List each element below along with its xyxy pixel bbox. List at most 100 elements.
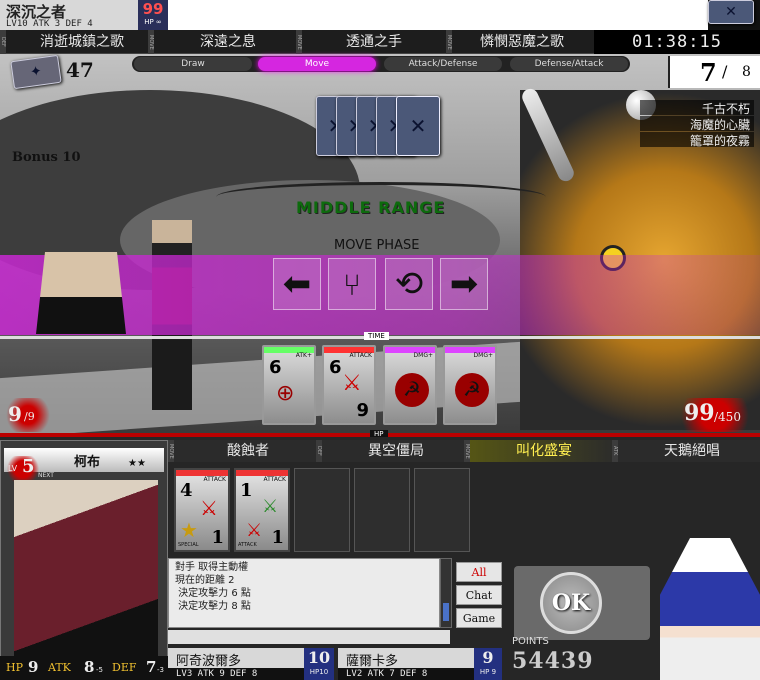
enemy-hp-max: HP ∞ (144, 18, 162, 26)
log-filter-game-button[interactable]: Game (456, 608, 502, 628)
star-icon: ★ (180, 518, 198, 542)
turn-counter: 7 / 8 (668, 56, 760, 88)
player-level-label: LV (8, 464, 18, 473)
ally-1-stats: LV3 ATK 9 DEF 8 (168, 668, 304, 680)
log-line: 對手 取得主動權 (175, 562, 249, 573)
ally-1-name-plate: 阿奇波爾多 (168, 648, 304, 669)
card-type: ATTACK (349, 352, 372, 359)
card-type: DMG+ (473, 352, 493, 359)
card-top-value: 1 (240, 480, 253, 501)
ally-1-name: 阿奇波爾多 (176, 654, 242, 669)
ally-2-name: 薩爾卡多 (346, 654, 399, 669)
eye-seal-icon: ☭ (395, 373, 429, 407)
enemy-skill-3[interactable]: 透通之手 (300, 30, 448, 54)
road (0, 341, 520, 435)
empty-card-slot (354, 468, 410, 552)
player-hand-card-1[interactable]: ATTACK 4 ⚔ ★ 1 SPECIAL (174, 468, 230, 552)
enemy-life-max: /450 (714, 410, 741, 424)
player-life-max: /9 (24, 410, 35, 423)
turn-separator: / (722, 62, 728, 81)
ally-2-hp-label: HP 9 (479, 668, 497, 676)
player-level-badge: LV 5 (6, 456, 40, 482)
phase-defense-attack: Defense/Attack (510, 57, 628, 71)
player-def-mod: -3 (157, 666, 164, 674)
player-def: 7 (146, 658, 157, 676)
sword-icon: ⚔ (342, 371, 362, 396)
enemy-stats: LV10 ATK 3 DEF 4 (6, 19, 93, 29)
ok-button[interactable]: OK (540, 572, 602, 634)
player-life-current: 9 (8, 402, 22, 426)
enemy-deck-count: 47 (66, 58, 94, 82)
enemy-skill-4[interactable]: 憐憫惡魔之歌 (448, 30, 596, 54)
enemy-played-card-1: ATK+ 6 ⊕ (262, 345, 316, 425)
enemy-bonus: Bonus 10 (12, 150, 81, 165)
player-skill-1[interactable]: 酸蝕者 (174, 440, 322, 462)
turn-current: 7 (700, 58, 717, 87)
match-clock: 01:38:15 (594, 30, 760, 54)
enemy-life-current: 99 (684, 400, 715, 426)
ally-1-hp: 10 (307, 648, 331, 667)
card-bottom-value: 1 (211, 527, 224, 548)
ally-2-name-plate: 薩爾卡多 (338, 648, 474, 669)
player-hand-card-2[interactable]: ATTACK 1 ⚔ ⚔ 1 ATTACK (234, 468, 290, 552)
log-filter-all-button[interactable]: All (456, 562, 502, 582)
card-type: ATTACK (203, 476, 226, 483)
points-label: POINTS (512, 636, 549, 647)
crosshair-icon: ⊕ (276, 381, 295, 406)
enemy-ability-2[interactable]: 海魔的心臟 (640, 116, 754, 132)
card-type: DMG+ (413, 352, 433, 359)
card-type: ATTACK (263, 476, 286, 483)
player-skill-2[interactable]: 異空僵局 (322, 440, 470, 462)
player-level: 5 (22, 456, 35, 477)
enemy-hp-box: 99 HP ∞ (138, 0, 168, 30)
player-portrait (14, 480, 158, 656)
enemy-skill-2[interactable]: 深遠之息 (154, 30, 302, 54)
enemy-ability-3[interactable]: 籠罩的夜霧 (640, 132, 754, 148)
phase-move: Move (258, 57, 376, 71)
player-skill-bar: MOVE 酸蝕者 DEF 異空僵局 MOVE 叫化盛宴 ATK 天鵝絕唱 (168, 440, 760, 462)
log-filter-chat-button[interactable]: Chat (456, 585, 502, 605)
enemy-played-card-3: DMG+ ☭ (383, 345, 437, 425)
chat-input[interactable] (168, 630, 450, 644)
enemy-skill-1[interactable]: 消逝城鎮之歌 (8, 30, 156, 54)
phase-draw: Draw (134, 57, 252, 71)
ally-2-hp-box: 9 HP 9 (474, 648, 502, 680)
player-skill-3-active[interactable]: 叫化盛宴 (470, 440, 618, 462)
card-subtype: ATTACK (238, 542, 257, 548)
player-hp-label: HP (6, 661, 23, 674)
player-def-label: DEF (112, 661, 137, 674)
turn-max: 8 (742, 64, 751, 80)
move-forward-button[interactable]: ➡ (440, 258, 488, 310)
log-scrollbar[interactable] (440, 558, 452, 628)
enemy-played-card-4: DMG+ ☭ (443, 345, 497, 425)
log-line: 決定攻擊力 6 點 (175, 588, 251, 599)
phase-attack-defense: Attack/Defense (384, 57, 502, 71)
enemy-hp: 99 (142, 0, 164, 18)
log-line: 現在的距離 2 (175, 575, 235, 586)
time-label: TIME (364, 332, 389, 340)
swap-button[interactable]: ⟲ (385, 258, 433, 310)
range-label: MIDDLE RANGE (296, 198, 446, 217)
card-top-value: 6 (269, 357, 282, 378)
player-atk-label: ATK (48, 661, 71, 674)
player-stars: ★★ (128, 458, 146, 469)
green-sword-icon: ⚔ (262, 496, 279, 517)
arrow-left-icon: ⬅ (282, 264, 312, 304)
enemy-hand-card: ✕ (396, 96, 440, 156)
sword-icon: ⚔ (200, 496, 218, 520)
card-top-value: 4 (180, 480, 193, 501)
player-skill-4[interactable]: 天鵝絕唱 (618, 440, 760, 462)
card-subtype: SPECIAL (178, 542, 199, 548)
stay-button[interactable]: ⑂ (328, 258, 376, 310)
move-back-button[interactable]: ⬅ (273, 258, 321, 310)
points-value: 54439 (512, 648, 594, 674)
battle-log[interactable]: 對手 取得主動權 現在的距離 2 決定攻擊力 6 點 決定攻擊力 8 點 (168, 558, 440, 628)
enemy-ability-1[interactable]: 千古不朽 (640, 100, 754, 116)
card-type: ATK+ (295, 352, 312, 359)
player-stats-bar: HP 9 ATK 8 -5 DEF 7 -3 (0, 656, 168, 680)
enemy-deck-icon: ✕ (708, 0, 754, 24)
phase-title: MOVE PHASE (334, 238, 420, 253)
log-scroll-thumb[interactable] (443, 603, 449, 621)
player-atk: 8 (84, 658, 95, 676)
arrow-right-icon: ➡ (449, 264, 479, 304)
